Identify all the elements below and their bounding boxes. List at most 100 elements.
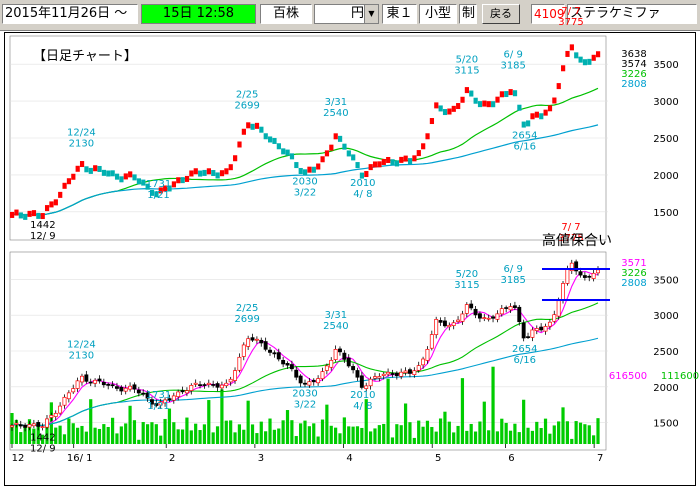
candle-body — [294, 369, 299, 378]
bottom-annotation-line1: 1442 — [30, 433, 55, 444]
volume-bar — [264, 431, 268, 444]
candle-body — [276, 352, 281, 360]
volume-bar — [456, 425, 460, 444]
volume-bar — [80, 425, 84, 444]
candle-body — [508, 306, 513, 311]
candle-body — [495, 313, 500, 320]
candle-body — [456, 319, 461, 322]
bottom-annotation-line2: 3185 — [500, 275, 525, 286]
volume-bar — [373, 428, 377, 444]
bottom-annotation-line1: 2010 — [350, 390, 375, 401]
top-candle-block — [386, 156, 391, 163]
top-candle-block — [202, 169, 207, 176]
top-candle-block — [79, 161, 85, 168]
top-candle-block — [250, 123, 255, 130]
candle-body — [442, 320, 447, 327]
candle-body — [556, 300, 561, 317]
top-candle-block — [40, 213, 45, 220]
top-candle-block — [442, 109, 448, 116]
volume-bar — [211, 432, 215, 444]
volume-bar — [110, 417, 115, 444]
top-annotation-line1: 2654 — [512, 131, 537, 142]
top-candle-block — [547, 105, 553, 112]
volume-bar — [368, 431, 373, 444]
volume-bar — [561, 407, 565, 444]
candle-body — [36, 422, 41, 427]
top-candle-block — [246, 122, 251, 129]
top-candle-block — [412, 155, 417, 162]
bottom-annotation-line1: 6/ 9 — [504, 264, 523, 275]
top-candle-block — [337, 135, 343, 142]
volume-bar — [578, 422, 583, 444]
top-candle-block — [285, 149, 290, 156]
volume-bar — [185, 417, 189, 444]
candle-body — [268, 349, 272, 353]
candle-body — [596, 269, 600, 274]
volume-bar — [382, 423, 386, 444]
candle-body — [543, 326, 548, 332]
volume-bar — [84, 431, 88, 444]
top-candle-block — [316, 163, 321, 170]
bottom-annotation-line1: 2/25 — [236, 303, 258, 314]
chart-canvas: 35003000250020001500144212/ 912/24213017… — [9, 6, 699, 464]
candle-body — [272, 352, 277, 355]
volume-bar — [412, 437, 416, 444]
volume-bar — [473, 431, 478, 444]
top-y-tick-label: 2500 — [653, 134, 678, 145]
top-y-tick-label: 3000 — [653, 97, 678, 108]
volume-bar — [119, 426, 123, 444]
candle-body — [552, 314, 557, 322]
top-candle-block — [141, 179, 146, 186]
candle-body — [434, 319, 439, 335]
candle-body — [477, 313, 482, 319]
candle-body — [119, 386, 124, 392]
candle-body — [421, 358, 426, 366]
volume-bar — [596, 418, 600, 444]
top-candle-block — [36, 212, 41, 219]
top-candle-block — [23, 213, 28, 220]
x-tick-label: 2 — [169, 453, 175, 464]
candle-body — [110, 384, 115, 387]
volume-bar — [198, 430, 202, 444]
candle-body — [53, 412, 58, 417]
volume-bar — [246, 400, 250, 444]
volume-bar — [557, 421, 561, 444]
top-candle-block — [128, 171, 133, 178]
volume-bar — [552, 425, 556, 444]
volume-bar — [583, 424, 587, 444]
top-annotation-line1: 5/20 — [456, 55, 478, 66]
candle-body — [171, 395, 176, 401]
bottom-annotation-line1: 2030 — [292, 389, 317, 400]
candle-body — [512, 305, 517, 308]
volume-bar — [342, 417, 346, 444]
top-candle-block — [228, 164, 233, 171]
top-annotation-line2: 4/ 8 — [353, 189, 372, 200]
top-candle-block — [574, 52, 579, 59]
top-candle-block — [206, 168, 211, 175]
candle-body — [106, 383, 111, 386]
top-candle-block — [372, 161, 378, 168]
volume-bar — [237, 424, 242, 444]
bottom-annotation-line2: 3115 — [454, 280, 479, 291]
top-candle-block — [552, 97, 557, 104]
top-annotation-line1: 1731 — [146, 179, 171, 190]
candle-body — [591, 272, 596, 279]
volume-bar — [268, 418, 272, 444]
top-candle-block — [425, 133, 430, 140]
top-candle-block — [456, 103, 461, 110]
candle-body — [368, 378, 373, 387]
volume-bar — [141, 422, 145, 444]
candle-body — [469, 303, 474, 309]
top-candle-block — [27, 210, 32, 217]
top-candle-block — [311, 166, 316, 173]
candle-body — [359, 375, 364, 388]
volume-bar — [478, 421, 482, 444]
volume-bar — [159, 435, 163, 444]
candle-body — [281, 360, 286, 365]
top-candle-block — [355, 162, 360, 169]
candle-body — [233, 370, 237, 381]
top-candle-block — [44, 205, 50, 212]
volume-bar — [215, 426, 220, 444]
candle-body — [219, 384, 224, 389]
top-candle-block — [171, 181, 177, 188]
